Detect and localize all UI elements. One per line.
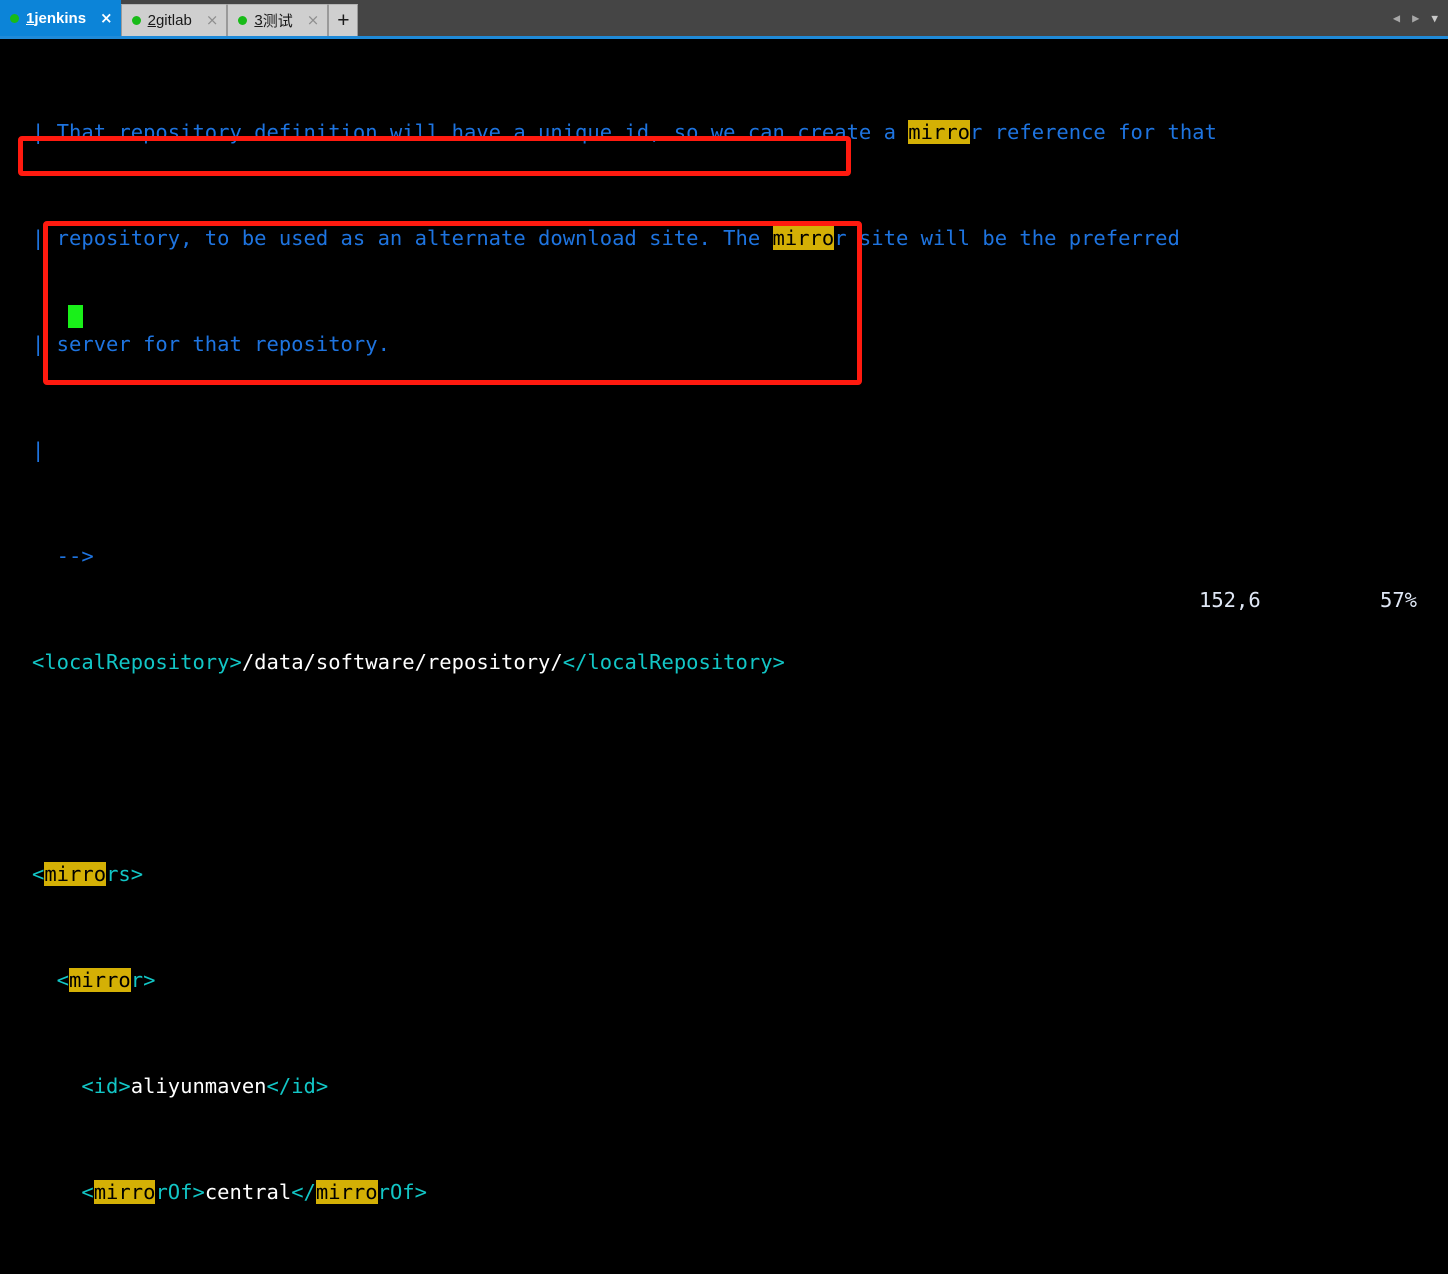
- editor-line: |: [32, 437, 45, 462]
- tab-label: jenkins: [34, 9, 87, 27]
- tab-label: gitlab: [155, 12, 192, 29]
- scroll-percent-indicator: 57%: [1380, 588, 1418, 612]
- editor-line-mirrors-open: <mirrors>: [32, 861, 144, 886]
- scroll-left-icon[interactable]: ◀: [1393, 12, 1400, 24]
- editor-line-localrepository: <localRepository>/data/software/reposito…: [32, 649, 785, 674]
- close-icon[interactable]: ×: [206, 13, 219, 28]
- tab-gitlab[interactable]: 2 gitlab ×: [120, 4, 228, 36]
- status-dot-green-icon: [10, 13, 19, 23]
- editor-line: | server for that repository.: [32, 331, 390, 356]
- terminal-editor[interactable]: | That repository definition will have a…: [0, 39, 1448, 1204]
- tab-ceshi[interactable]: 3 测试 ×: [227, 4, 329, 36]
- chevron-down-icon[interactable]: ▼: [1431, 13, 1438, 24]
- new-tab-button[interactable]: +: [328, 4, 359, 36]
- tab-number: 2: [147, 12, 156, 29]
- close-icon[interactable]: ×: [307, 13, 320, 28]
- editor-line-mirrorof: <mirrorOf>central</mirrorOf>: [32, 1179, 427, 1204]
- tab-bar: 1 jenkins × 2 gitlab × 3 测试 × + ◀ ▶ ▼: [0, 0, 1448, 36]
- status-dot-green-icon: [131, 16, 141, 25]
- close-icon[interactable]: ×: [100, 10, 113, 26]
- editor-line-mirror-open: <mirror>: [32, 967, 156, 992]
- editor-line: -->: [32, 543, 94, 568]
- tab-bar-controls: ◀ ▶ ▼: [1393, 0, 1448, 36]
- tab-jenkins[interactable]: 1 jenkins ×: [0, 0, 121, 36]
- text-cursor: [68, 305, 83, 328]
- cursor-position-indicator: 152,6: [1199, 588, 1261, 612]
- editor-line-id: <id>aliyunmaven</id>: [32, 1073, 329, 1098]
- editor-line-blank: [0, 755, 1448, 782]
- scroll-right-icon[interactable]: ▶: [1412, 12, 1419, 24]
- tab-strip: 1 jenkins × 2 gitlab × 3 测试 × +: [0, 0, 359, 36]
- status-dot-green-icon: [238, 16, 248, 25]
- tab-label: 测试: [262, 13, 293, 30]
- tab-number: 3: [254, 12, 263, 29]
- editor-line: | That repository definition will have a…: [32, 119, 1217, 144]
- status-bar: 152,6 57%: [0, 588, 1448, 622]
- editor-line: | repository, to be used as an alternate…: [32, 225, 1180, 250]
